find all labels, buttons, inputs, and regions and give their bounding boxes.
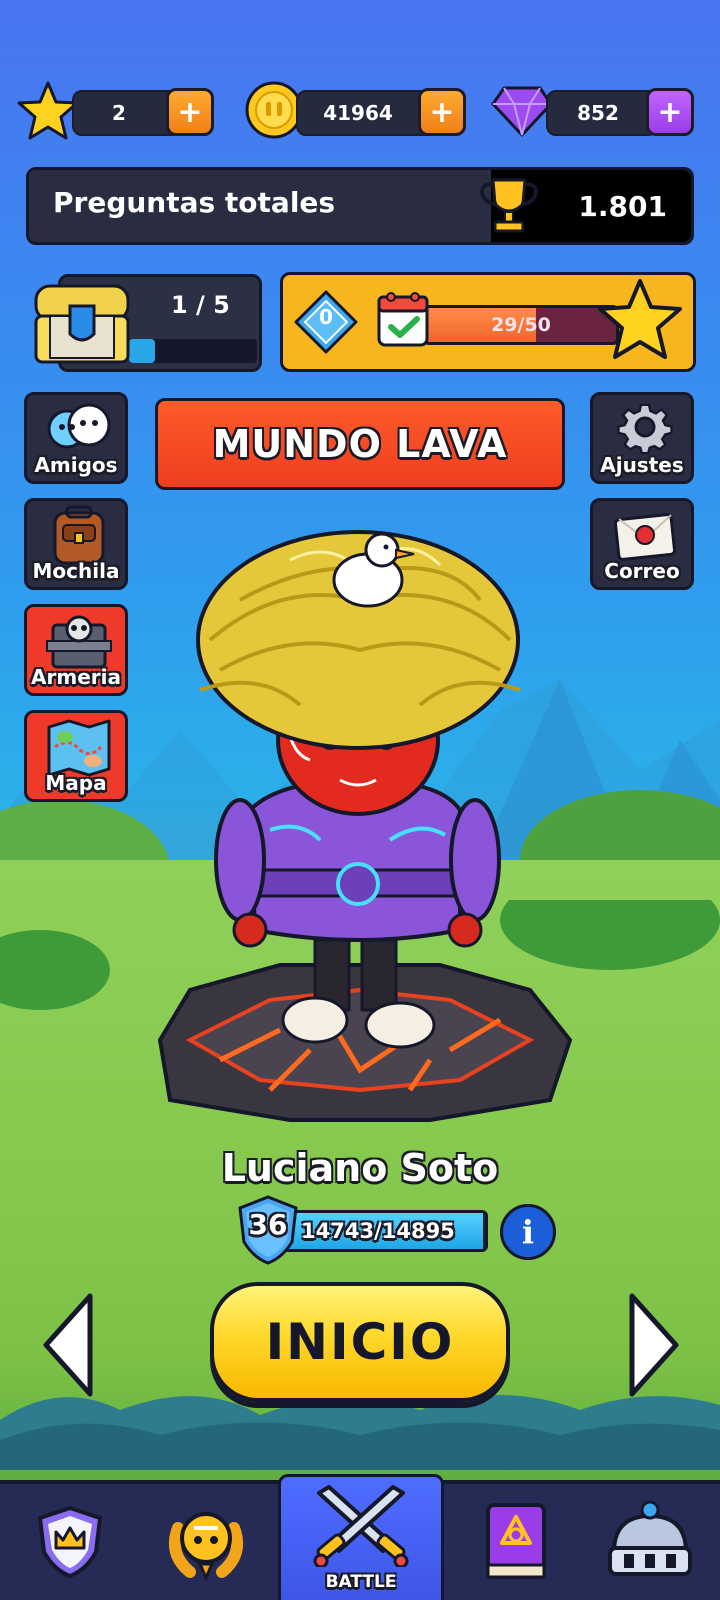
plus-label: + bbox=[177, 94, 203, 130]
settings-label: Ajustes bbox=[600, 453, 684, 477]
player-name: Luciano Soto bbox=[221, 1146, 499, 1190]
world-label: MUNDO LAVA bbox=[212, 422, 508, 466]
mail-icon bbox=[613, 513, 677, 561]
gem-icon bbox=[491, 86, 553, 137]
star-icon bbox=[17, 81, 79, 140]
stars-value: 2 bbox=[112, 101, 126, 125]
nav-rank[interactable] bbox=[0, 1484, 140, 1600]
armory-icon bbox=[46, 615, 112, 669]
spellbook-icon bbox=[486, 1503, 546, 1579]
coins-value: 41964 bbox=[323, 101, 393, 125]
gems-value: 852 bbox=[577, 101, 619, 125]
chest-icon bbox=[34, 284, 130, 364]
armory-label: Armeria bbox=[31, 665, 121, 689]
gems-counter: 852 bbox=[546, 90, 658, 136]
gear-icon bbox=[617, 403, 673, 455]
next-arrow-button[interactable] bbox=[620, 1290, 684, 1400]
backpack-icon bbox=[53, 505, 105, 565]
crown-shield-icon bbox=[37, 1505, 103, 1579]
total-questions-panel: Preguntas totales 1.801 bbox=[26, 167, 694, 245]
backpack-label: Mochila bbox=[32, 559, 120, 583]
plus-label: + bbox=[429, 94, 455, 130]
nav-shop[interactable] bbox=[580, 1484, 720, 1600]
total-questions-label: Preguntas totales bbox=[53, 186, 336, 219]
laurel-medal-icon bbox=[169, 1512, 243, 1582]
coin-icon bbox=[245, 81, 303, 139]
plus-label: + bbox=[657, 94, 683, 130]
nav-achievements[interactable] bbox=[136, 1484, 276, 1600]
xp-progress-text: 14743/14895 bbox=[301, 1219, 455, 1243]
total-questions-value: 1.801 bbox=[578, 190, 667, 223]
level-badge: 36 bbox=[236, 1194, 300, 1266]
nav-spellbook[interactable] bbox=[446, 1484, 586, 1600]
mail-label: Correo bbox=[604, 559, 680, 583]
shop-dome-icon bbox=[608, 1500, 692, 1576]
nav-battle[interactable]: BATTLE bbox=[278, 1474, 444, 1600]
calendar-check-icon bbox=[377, 292, 429, 347]
xp-progress-bar: 14743/14895 bbox=[282, 1210, 488, 1252]
chest-progress-bar bbox=[129, 339, 257, 363]
map-button[interactable]: Mapa bbox=[24, 710, 128, 802]
bottom-navigation: BATTLE bbox=[0, 1474, 720, 1600]
backpack-button[interactable]: Mochila bbox=[24, 498, 128, 590]
crossed-swords-icon bbox=[313, 1485, 409, 1567]
coins-counter: 41964 bbox=[296, 90, 436, 136]
armory-button[interactable]: Armeria bbox=[24, 604, 128, 696]
world-select-button[interactable]: MUNDO LAVA bbox=[155, 398, 565, 490]
nav-battle-label: BATTLE bbox=[325, 1572, 397, 1592]
chest-progress-text: 1 / 5 bbox=[171, 291, 230, 319]
add-coins-button[interactable]: + bbox=[418, 88, 466, 136]
daily-gem-count: 0 bbox=[319, 305, 333, 329]
friends-label: Amigos bbox=[34, 453, 118, 477]
add-stars-button[interactable]: + bbox=[166, 88, 214, 136]
daily-progress-text: 29/50 bbox=[491, 314, 551, 336]
player-info-button[interactable]: i bbox=[500, 1204, 556, 1260]
friends-icon bbox=[47, 403, 111, 449]
settings-button[interactable]: Ajustes bbox=[590, 392, 694, 484]
trophy-icon bbox=[480, 178, 538, 233]
friends-button[interactable]: Amigos bbox=[24, 392, 128, 484]
start-label: INICIO bbox=[265, 1313, 455, 1371]
level-value: 36 bbox=[248, 1208, 288, 1241]
info-icon: i bbox=[521, 1213, 535, 1251]
map-icon bbox=[47, 719, 111, 777]
star-icon bbox=[598, 279, 682, 359]
map-label: Mapa bbox=[45, 771, 107, 795]
daily-quest-panel[interactable]: 0 29/50 bbox=[280, 272, 696, 372]
add-gems-button[interactable]: + bbox=[646, 88, 694, 136]
mail-button[interactable]: Correo bbox=[590, 498, 694, 590]
daily-progress-bar: 29/50 bbox=[423, 305, 619, 345]
previous-arrow-button[interactable] bbox=[38, 1290, 102, 1400]
player-avatar bbox=[157, 530, 573, 1122]
start-button[interactable]: INICIO bbox=[210, 1282, 510, 1402]
